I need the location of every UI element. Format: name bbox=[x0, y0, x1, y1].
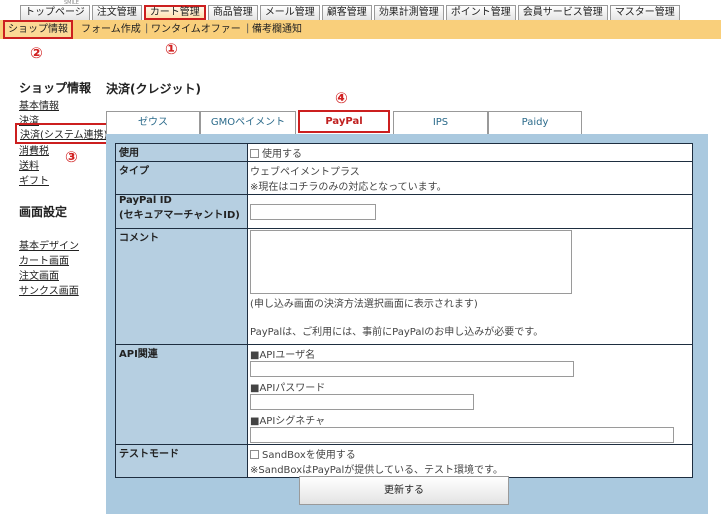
use-checkbox-label: 使用する bbox=[262, 149, 302, 160]
update-button[interactable]: 更新する bbox=[299, 476, 509, 505]
sidebar-item-cart-screen[interactable]: カート画面 bbox=[19, 252, 69, 267]
sidebar-item-payment-system[interactable]: 決済(システム連携) bbox=[15, 123, 113, 144]
test-mode-cell: SandBoxを使用する ※SandBoxはPayPalが提供している、テスト環… bbox=[247, 444, 693, 478]
row-type: タイプ ウェブペイメントプラス ※現在はコチラのみの対応となっています。 bbox=[115, 161, 693, 195]
row-paypal-id: PayPal ID (セキュアマーチャントID) bbox=[115, 194, 693, 229]
paypal-id-label: PayPal ID (セキュアマーチャントID) bbox=[115, 194, 248, 229]
sidebar-item-basic-info[interactable]: 基本情報 bbox=[19, 97, 59, 112]
tab-master-management[interactable]: マスター管理 bbox=[609, 5, 680, 20]
comment-cell: (申し込み画面の決済方法選択画面に表示されます) PayPalは、ご利用には、事… bbox=[247, 228, 693, 345]
tab-product-management[interactable]: 商品管理 bbox=[207, 5, 258, 20]
type-note: ※現在はコチラのみの対応となっています。 bbox=[250, 182, 447, 193]
sidebar-item-basic-design[interactable]: 基本デザイン bbox=[19, 237, 79, 252]
paypal-id-label-line2: (セキュアマーチャントID) bbox=[119, 210, 240, 221]
annotation-1: ① bbox=[165, 40, 178, 58]
tab-ips[interactable]: IPS bbox=[393, 111, 488, 134]
tab-order-management[interactable]: 注文管理 bbox=[91, 5, 142, 20]
tab-zeus[interactable]: ゼウス bbox=[106, 111, 200, 134]
tab-point-management[interactable]: ポイント管理 bbox=[445, 5, 516, 20]
row-use: 使用 使用する bbox=[115, 143, 693, 162]
top-nav: SMILE トップページ 注文管理 カート管理 商品管理 メール管理 顧客管理 … bbox=[0, 0, 721, 20]
sandbox-checkbox-label: SandBoxを使用する bbox=[262, 450, 356, 461]
tab-top-page[interactable]: トップページ bbox=[20, 5, 90, 20]
tab-member-service[interactable]: 会員サービス管理 bbox=[517, 5, 608, 20]
type-value: ウェブペイメントプラス bbox=[250, 167, 360, 178]
subnav-separator: | bbox=[246, 23, 250, 34]
sandbox-note: ※SandBoxはPayPalが提供している、テスト環境です。 bbox=[250, 465, 503, 476]
type-label: タイプ bbox=[115, 161, 248, 195]
tab-gmo-payment[interactable]: GMOペイメント bbox=[200, 111, 296, 134]
use-checkbox[interactable] bbox=[250, 149, 259, 158]
paypal-settings-table: 使用 使用する タイプ ウェブペイメントプラス ※現在はコチラのみの対応となって… bbox=[115, 143, 693, 478]
type-cell: ウェブペイメントプラス ※現在はコチラのみの対応となっています。 bbox=[247, 161, 693, 195]
paypal-id-label-line1: PayPal ID bbox=[119, 195, 172, 206]
comment-label: コメント bbox=[115, 228, 248, 345]
test-mode-label: テストモード bbox=[115, 444, 248, 478]
subnav-remarks-notice[interactable]: 備考欄通知 bbox=[252, 23, 302, 36]
comment-note: (申し込み画面の決済方法選択画面に表示されます) bbox=[250, 299, 478, 310]
subnav-separator: | bbox=[145, 23, 149, 34]
api-label: API関連 bbox=[115, 344, 248, 445]
top-tabs: トップページ 注文管理 カート管理 商品管理 メール管理 顧客管理 効果計測管理… bbox=[20, 5, 680, 20]
use-label: 使用 bbox=[115, 143, 248, 162]
sub-nav: ショップ情報 フォーム作成 | ワンタイムオファー | 備考欄通知 bbox=[0, 20, 721, 39]
paypal-id-input[interactable] bbox=[250, 203, 376, 220]
page-title: 決済(クレジット) bbox=[106, 82, 201, 96]
sandbox-checkbox[interactable] bbox=[250, 450, 259, 459]
sidebar-item-shipping[interactable]: 送料 bbox=[19, 157, 39, 172]
tab-customer-management[interactable]: 顧客管理 bbox=[321, 5, 372, 20]
tab-paypal[interactable]: PayPal bbox=[298, 110, 390, 133]
tab-effect-measurement[interactable]: 効果計測管理 bbox=[373, 5, 444, 20]
sidebar-item-order-screen[interactable]: 注文画面 bbox=[19, 267, 59, 282]
api-signature-label: ■APIシグネチャ bbox=[250, 416, 326, 427]
paypal-id-cell bbox=[247, 194, 693, 229]
api-cell: ■APIユーザ名 ■APIパスワード ■APIシグネチャ bbox=[247, 344, 693, 445]
subnav-shop-info[interactable]: ショップ情報 bbox=[3, 20, 73, 39]
api-user-input[interactable] bbox=[250, 361, 574, 377]
subnav-one-time-offer[interactable]: ワンタイムオファー bbox=[151, 23, 241, 36]
annotation-4: ④ bbox=[335, 89, 348, 107]
sidebar-item-gift[interactable]: ギフト bbox=[19, 172, 49, 187]
subnav-form-create[interactable]: フォーム作成 bbox=[81, 23, 141, 36]
sidebar-item-thanks-screen[interactable]: サンクス画面 bbox=[19, 282, 79, 297]
comment-note-paypal: PayPalは、ご利用には、事前にPayPalのお申し込みが必要です。 bbox=[250, 327, 544, 338]
row-api: API関連 ■APIユーザ名 ■APIパスワード ■APIシグネチャ bbox=[115, 344, 693, 445]
tab-paidy[interactable]: Paidy bbox=[488, 111, 582, 134]
tab-cart-management[interactable]: カート管理 bbox=[143, 5, 206, 20]
annotation-2: ② bbox=[30, 44, 43, 62]
api-password-input[interactable] bbox=[250, 394, 474, 410]
sidebar-shop-heading: ショップ情報 bbox=[19, 81, 92, 95]
row-test-mode: テストモード SandBoxを使用する ※SandBoxはPayPalが提供して… bbox=[115, 444, 693, 478]
api-user-label: ■APIユーザ名 bbox=[250, 350, 316, 361]
use-cell: 使用する bbox=[247, 143, 693, 162]
sidebar-item-consumption-tax[interactable]: 消費税 bbox=[19, 142, 49, 157]
comment-textarea[interactable] bbox=[250, 230, 572, 294]
api-password-label: ■APIパスワード bbox=[250, 383, 326, 394]
annotation-3: ③ bbox=[65, 148, 78, 166]
tab-mail-management[interactable]: メール管理 bbox=[259, 5, 320, 20]
api-signature-input[interactable] bbox=[250, 427, 674, 443]
row-comment: コメント (申し込み画面の決済方法選択画面に表示されます) PayPalは、ご利… bbox=[115, 228, 693, 345]
sidebar-screen-heading: 画面設定 bbox=[19, 205, 68, 219]
